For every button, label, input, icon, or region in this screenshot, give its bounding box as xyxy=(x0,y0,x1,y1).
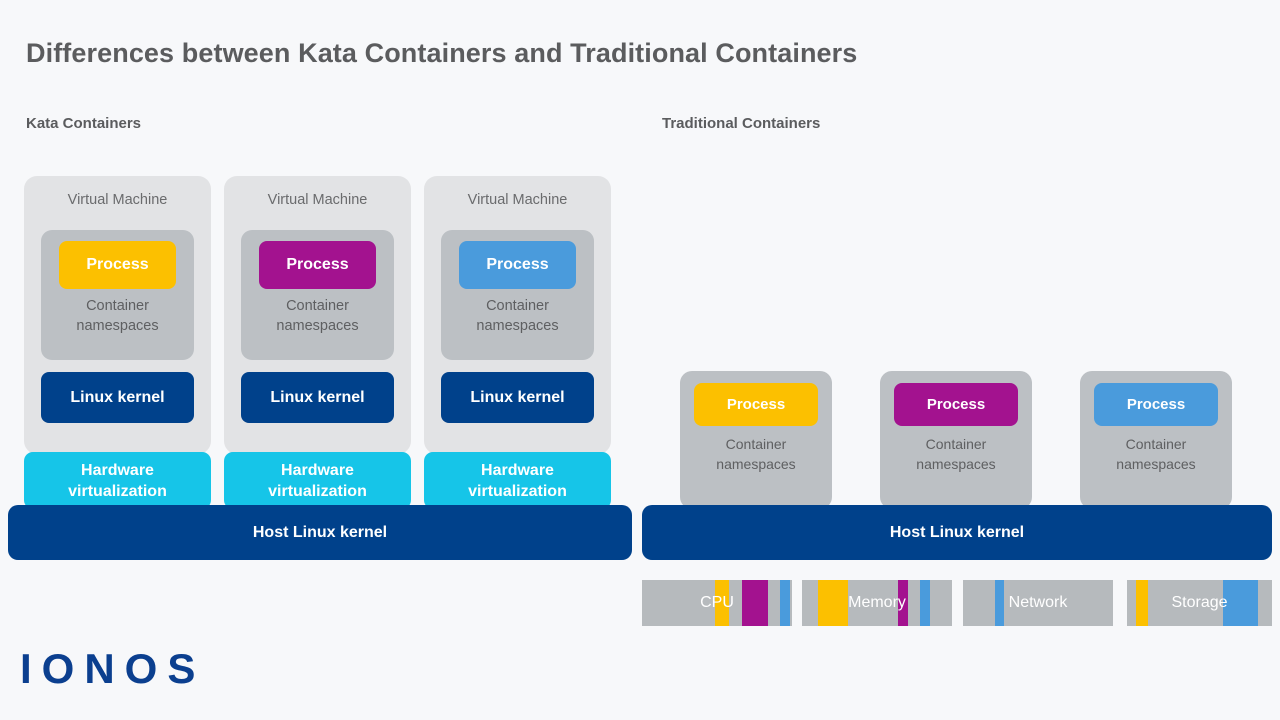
container-namespaces-label: Container namespaces xyxy=(916,436,996,472)
page-title: Differences between Kata Containers and … xyxy=(26,38,858,68)
resource-bar: CPU xyxy=(642,580,792,626)
resource-bar: Storage xyxy=(1127,580,1272,626)
process-box: Process xyxy=(259,241,376,289)
linux-kernel-box: Linux kernel xyxy=(441,372,594,423)
diagram-canvas: Differences between Kata Containers and … xyxy=(0,0,1280,720)
resource-bar: Memory xyxy=(802,580,952,626)
linux-kernel-box: Linux kernel xyxy=(41,372,194,423)
virtual-machine-card: Virtual Machine Process Container namespace… xyxy=(24,176,211,454)
container-namespaces-label: Container namespaces xyxy=(76,298,159,334)
process-box: Process xyxy=(894,383,1018,426)
resource-label: CPU xyxy=(700,594,734,611)
hardware-virtualization-box: Hardware virtualization xyxy=(24,452,211,509)
virtual-machine-label: Virtual Machine xyxy=(67,192,168,208)
container-namespaces-label: Container namespaces xyxy=(1116,436,1196,472)
resource-label: Memory xyxy=(848,594,906,611)
process-box: Process xyxy=(59,241,176,289)
process-box: Process xyxy=(694,383,818,426)
virtual-machine-card: Virtual Machine Process Container namespace… xyxy=(424,176,611,454)
traditional-container-card: Process Container namespaces xyxy=(880,371,1032,509)
resource-label: Storage xyxy=(1171,594,1228,611)
container-namespaces-box: Process Container namespaces xyxy=(241,230,394,360)
linux-kernel-box: Linux kernel xyxy=(241,372,394,423)
column-heading-traditional: Traditional Containers xyxy=(662,115,821,132)
resource-label: Network xyxy=(1008,594,1068,611)
process-box: Process xyxy=(459,241,576,289)
traditional-container-card: Process Container namespaces xyxy=(680,371,832,509)
resource-bar: Network xyxy=(963,580,1113,626)
traditional-container-card: Process Container namespaces xyxy=(1080,371,1232,509)
column-heading-kata: Kata Containers xyxy=(26,115,142,132)
container-namespaces-box: Process Container namespaces xyxy=(41,230,194,360)
ionos-logo: IONOS xyxy=(20,645,206,692)
container-namespaces-box: Process Container namespaces xyxy=(441,230,594,360)
container-namespaces-label: Container namespaces xyxy=(476,298,559,334)
virtual-machine-label: Virtual Machine xyxy=(467,192,568,208)
virtual-machine-label: Virtual Machine xyxy=(267,192,368,208)
virtual-machine-card: Virtual Machine Process Container namespace… xyxy=(224,176,411,454)
container-namespaces-label: Container namespaces xyxy=(276,298,359,334)
host-linux-kernel-bar-traditional: Host Linux kernel xyxy=(642,505,1272,560)
process-box: Process xyxy=(1094,383,1218,426)
hardware-virtualization-box: Hardware virtualization xyxy=(424,452,611,509)
hardware-virtualization-box: Hardware virtualization xyxy=(224,452,411,509)
host-linux-kernel-bar-kata: Host Linux kernel xyxy=(8,505,632,560)
container-namespaces-label: Container namespaces xyxy=(716,436,796,472)
